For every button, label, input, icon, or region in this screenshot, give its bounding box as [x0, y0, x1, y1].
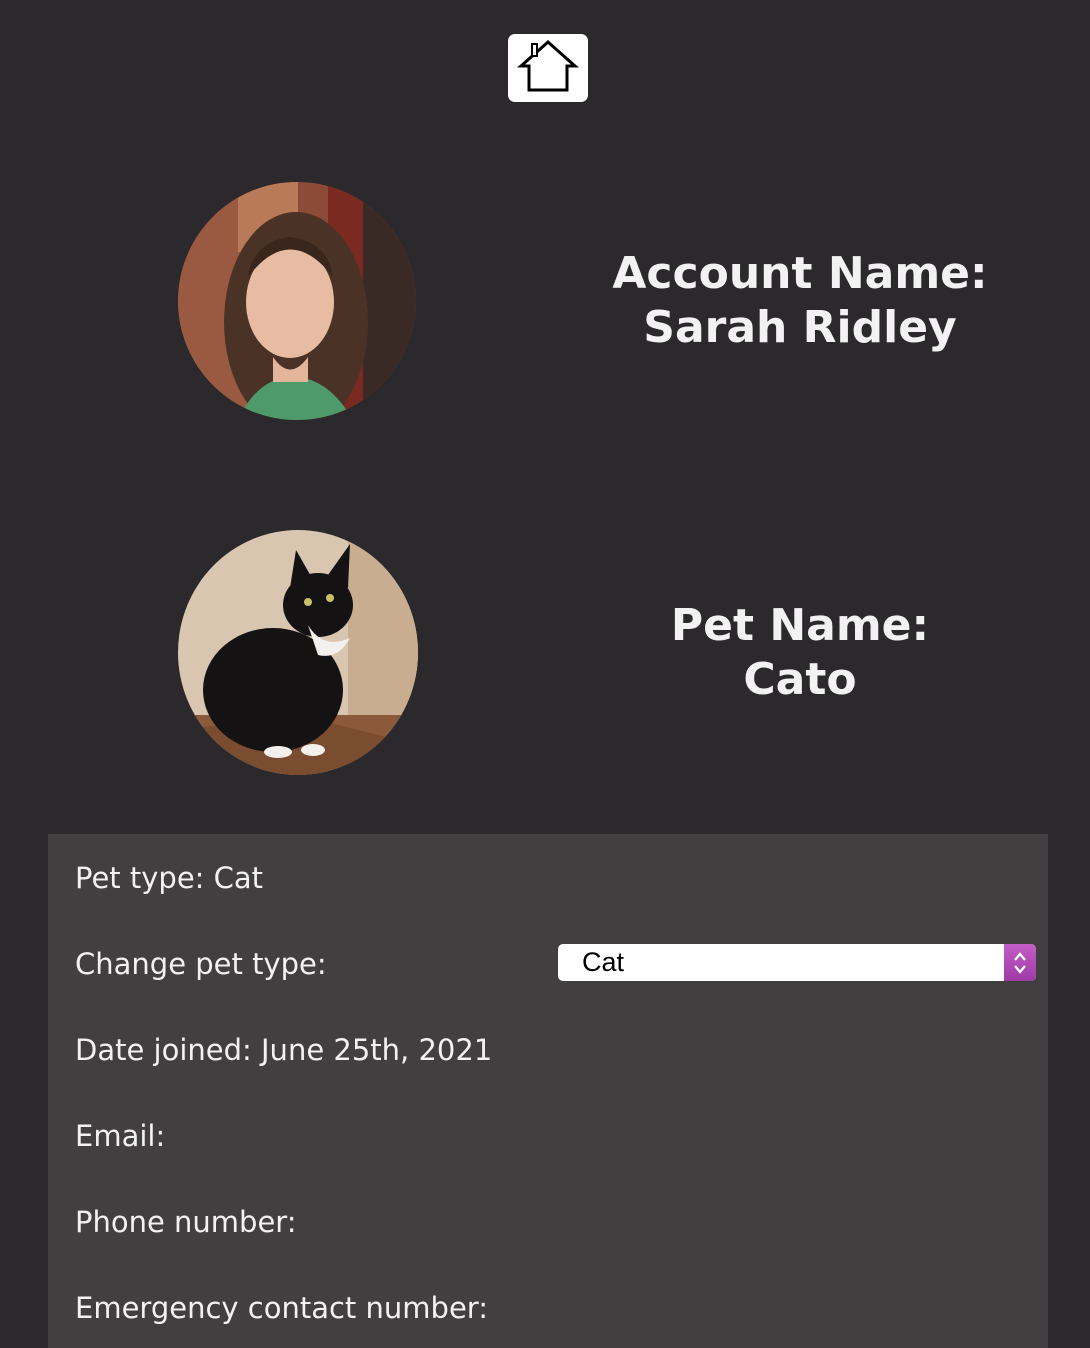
details-panel: Pet type: Cat Change pet type: Cat Date …: [48, 834, 1048, 1348]
account-name-label: Account Name:: [612, 248, 988, 299]
home-icon: [517, 38, 579, 98]
pet-name-heading: Pet Name: Cato: [590, 599, 1010, 707]
pet-name-value: Cato: [743, 654, 857, 705]
phone-number-label: Phone number:: [75, 1205, 297, 1239]
account-name-value: Sarah Ridley: [643, 302, 957, 353]
pet-type-select[interactable]: Cat: [558, 944, 1036, 981]
pet-type-text: Pet type: Cat: [75, 861, 264, 895]
account-avatar: [178, 182, 416, 420]
emergency-contact-label: Emergency contact number:: [75, 1291, 488, 1325]
date-joined-text: Date joined: June 25th, 2021: [75, 1033, 493, 1067]
pet-type-select-value: Cat: [582, 947, 625, 977]
email-label: Email:: [75, 1119, 166, 1153]
pet-name-label: Pet Name:: [670, 600, 930, 651]
account-name-heading: Account Name: Sarah Ridley: [590, 247, 1010, 355]
pet-avatar: [178, 530, 418, 775]
change-pet-type-label: Change pet type:: [75, 947, 327, 981]
home-button[interactable]: [508, 34, 588, 102]
select-stepper-icon[interactable]: [1004, 944, 1036, 981]
